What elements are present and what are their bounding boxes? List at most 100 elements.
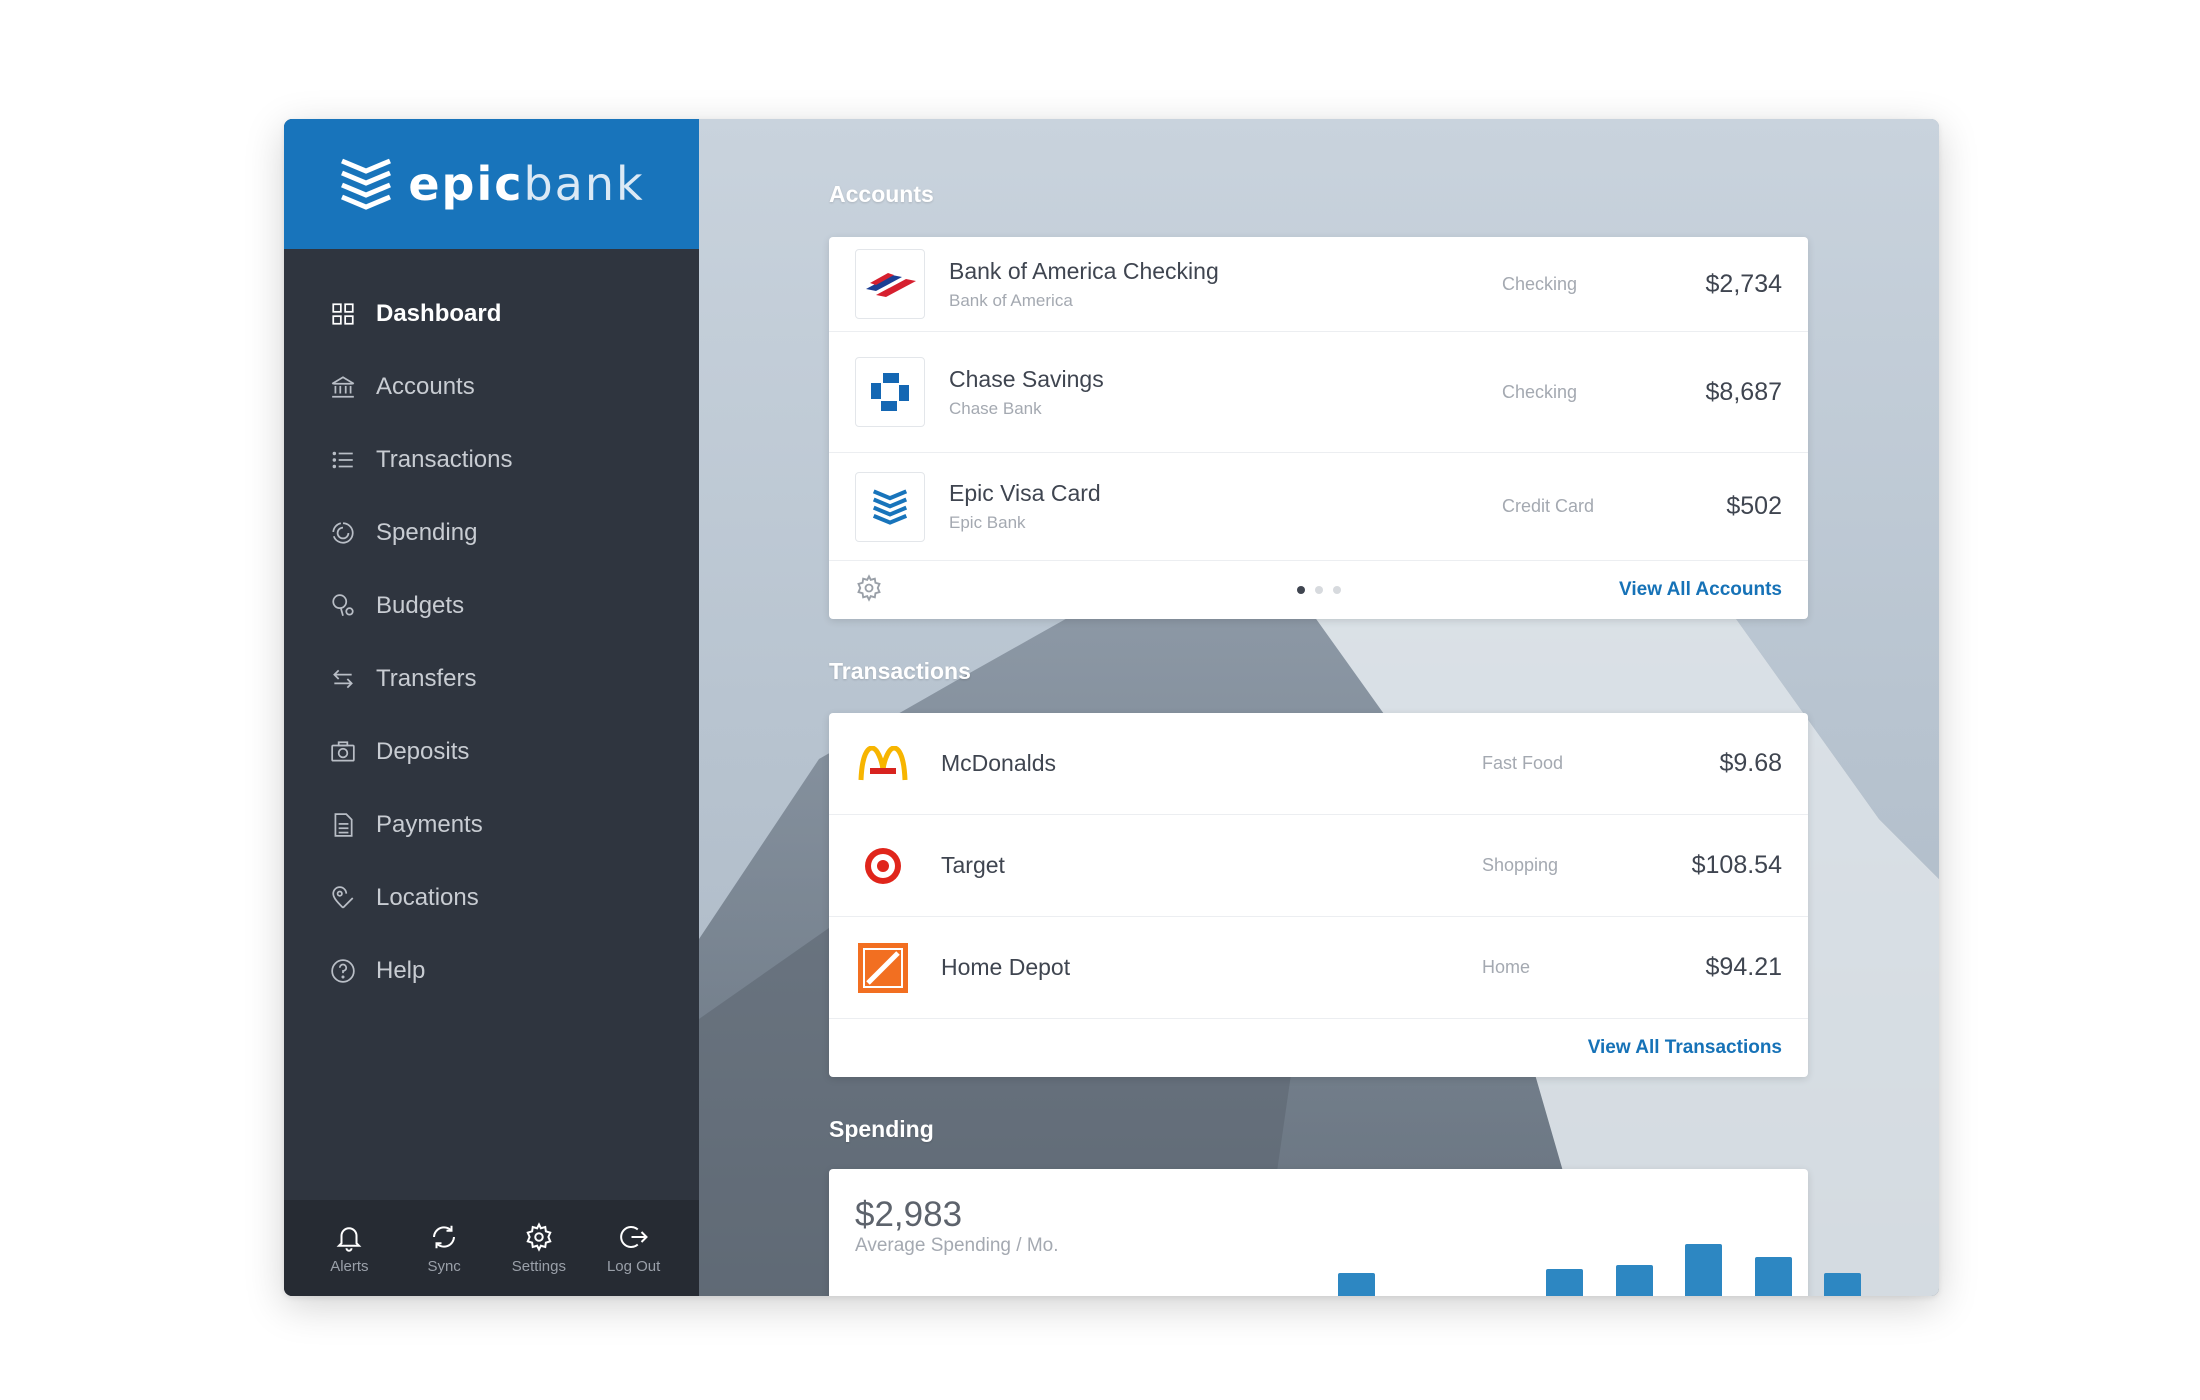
help-icon — [330, 958, 356, 984]
spending-bar — [1615, 1265, 1653, 1296]
transaction-merchant: McDonalds — [941, 750, 1057, 776]
transaction-row[interactable]: Target Shopping $108.54 — [829, 815, 1808, 917]
transactions-section-title: Transactions — [829, 658, 971, 684]
app-window: epicbank Dashboard Accounts Transactions… — [284, 119, 1939, 1296]
settings-button[interactable]: Settings — [494, 1221, 584, 1275]
location-icon — [330, 885, 356, 911]
epicbank-logo-icon — [341, 158, 392, 210]
transaction-merchant: Home Depot — [941, 954, 1071, 980]
transaction-row[interactable]: McDonalds Fast Food $9.68 — [829, 713, 1808, 815]
account-balance: $502 — [1726, 492, 1782, 520]
sidebar-item-dashboard[interactable]: Dashboard — [284, 277, 699, 350]
home-depot-square-icon — [858, 942, 908, 993]
transaction-amount: $108.54 — [1691, 851, 1782, 879]
sidebar-item-transactions[interactable]: Transactions — [284, 423, 699, 496]
epicbank-logo-icon — [872, 489, 908, 525]
bell-icon — [336, 1226, 362, 1252]
sidebar-item-budgets[interactable]: Budgets — [284, 569, 699, 642]
sidebar-item-accounts[interactable]: Accounts — [284, 350, 699, 423]
mcdonalds-logo — [855, 736, 911, 792]
pagination-dot[interactable] — [1332, 586, 1341, 594]
mcdonalds-arches-icon — [858, 745, 908, 780]
sidebar-item-label: Transactions — [376, 445, 513, 473]
settings-label: Settings — [511, 1257, 566, 1275]
sidebar-item-help[interactable]: Help — [284, 934, 699, 1007]
account-text: Epic Visa Card Epic Bank — [949, 480, 1502, 533]
sync-button[interactable]: Sync — [399, 1222, 489, 1275]
account-text: Chase Savings Chase Bank — [949, 366, 1502, 419]
chase-logo — [855, 357, 925, 427]
sidebar-item-label: Transfers — [376, 664, 477, 692]
alerts-button[interactable]: Alerts — [304, 1222, 394, 1275]
target-bullseye-icon — [865, 847, 901, 884]
dashboard-icon — [330, 301, 356, 327]
accounts-card-footer: View All Accounts — [829, 561, 1808, 619]
main-content: Accounts Bank of America Checking Bank o… — [699, 119, 1939, 1296]
accounts-card: Bank of America Checking Bank of America… — [829, 237, 1808, 619]
transactions-card: McDonalds Fast Food $9.68 Target Shoppin… — [829, 713, 1808, 1077]
sidebar-item-label: Deposits — [376, 737, 470, 765]
account-row[interactable]: Chase Savings Chase Bank Checking $8,687 — [829, 332, 1808, 453]
sidebar-item-transfers[interactable]: Transfers — [284, 642, 699, 715]
pagination-dot[interactable] — [1314, 586, 1323, 594]
account-text: Bank of America Checking Bank of America — [949, 258, 1502, 311]
sidebar-item-label: Locations — [376, 883, 479, 911]
account-settings-gear-icon[interactable] — [855, 573, 883, 607]
account-balance: $8,687 — [1705, 377, 1782, 406]
transaction-merchant: Target — [941, 852, 1005, 878]
logout-label: Log Out — [606, 1257, 661, 1275]
transaction-amount: $9.68 — [1719, 749, 1782, 777]
transaction-amount: $94.21 — [1705, 953, 1782, 981]
account-type: Credit Card — [1502, 496, 1595, 516]
budget-icon — [330, 593, 356, 619]
account-type: Checking — [1502, 381, 1578, 402]
sidebar-item-label: Payments — [376, 810, 483, 838]
logout-button[interactable]: Log Out — [589, 1222, 679, 1275]
account-balance: $2,734 — [1705, 269, 1782, 298]
brand-name-bold: epic — [408, 157, 524, 211]
spending-section-title: Spending — [829, 1116, 934, 1142]
account-row[interactable]: Bank of America Checking Bank of America… — [829, 237, 1808, 332]
bank-icon — [330, 374, 356, 400]
sidebar-item-deposits[interactable]: Deposits — [284, 715, 699, 788]
brand-name-light: bank — [523, 157, 645, 211]
sidebar: epicbank Dashboard Accounts Transactions… — [284, 119, 699, 1296]
sidebar-item-label: Budgets — [376, 591, 465, 619]
sidebar-item-label: Accounts — [376, 372, 475, 400]
list-icon — [330, 447, 356, 473]
account-institution: Epic Bank — [949, 513, 1026, 532]
transfer-icon — [330, 666, 356, 692]
view-all-transactions-link[interactable]: View All Transactions — [1588, 1037, 1782, 1059]
spending-bar — [1754, 1256, 1792, 1296]
gear-icon — [526, 1221, 552, 1252]
account-name: Epic Visa Card — [949, 480, 1101, 506]
account-row[interactable]: Epic Visa Card Epic Bank Credit Card $50… — [829, 453, 1808, 561]
target-logo — [855, 838, 911, 894]
brand-name: epicbank — [408, 157, 644, 211]
camera-icon — [330, 739, 356, 765]
account-type: Checking — [1502, 273, 1578, 294]
transaction-row[interactable]: Home Depot Home $94.21 — [829, 917, 1808, 1019]
account-name: Chase Savings — [949, 365, 1104, 392]
spending-card: $2,983 Average Spending / Mo. — [829, 1169, 1861, 1296]
view-all-accounts-link[interactable]: View All Accounts — [1619, 579, 1782, 601]
sidebar-item-label: Dashboard — [376, 299, 502, 327]
sidebar-item-spending[interactable]: Spending — [284, 496, 699, 569]
pie-icon — [330, 520, 356, 546]
spending-average-amount: $2,983 — [855, 1195, 963, 1234]
spending-bar — [1824, 1273, 1861, 1296]
transaction-category: Home — [1482, 957, 1531, 977]
sidebar-item-payments[interactable]: Payments — [284, 788, 699, 861]
account-name: Bank of America Checking — [949, 257, 1219, 284]
pagination-dot-active[interactable] — [1296, 586, 1305, 594]
accounts-section-title: Accounts — [829, 181, 934, 207]
account-institution: Chase Bank — [949, 398, 1042, 418]
sidebar-item-locations[interactable]: Locations — [284, 861, 699, 934]
transactions-card-footer: View All Transactions — [829, 1019, 1808, 1077]
spending-bar — [1546, 1269, 1583, 1296]
epic-bank-logo — [855, 471, 925, 542]
sync-icon — [433, 1225, 456, 1248]
sync-label: Sync — [427, 1257, 461, 1275]
brand-header[interactable]: epicbank — [284, 119, 699, 249]
spending-bar — [1337, 1273, 1375, 1296]
